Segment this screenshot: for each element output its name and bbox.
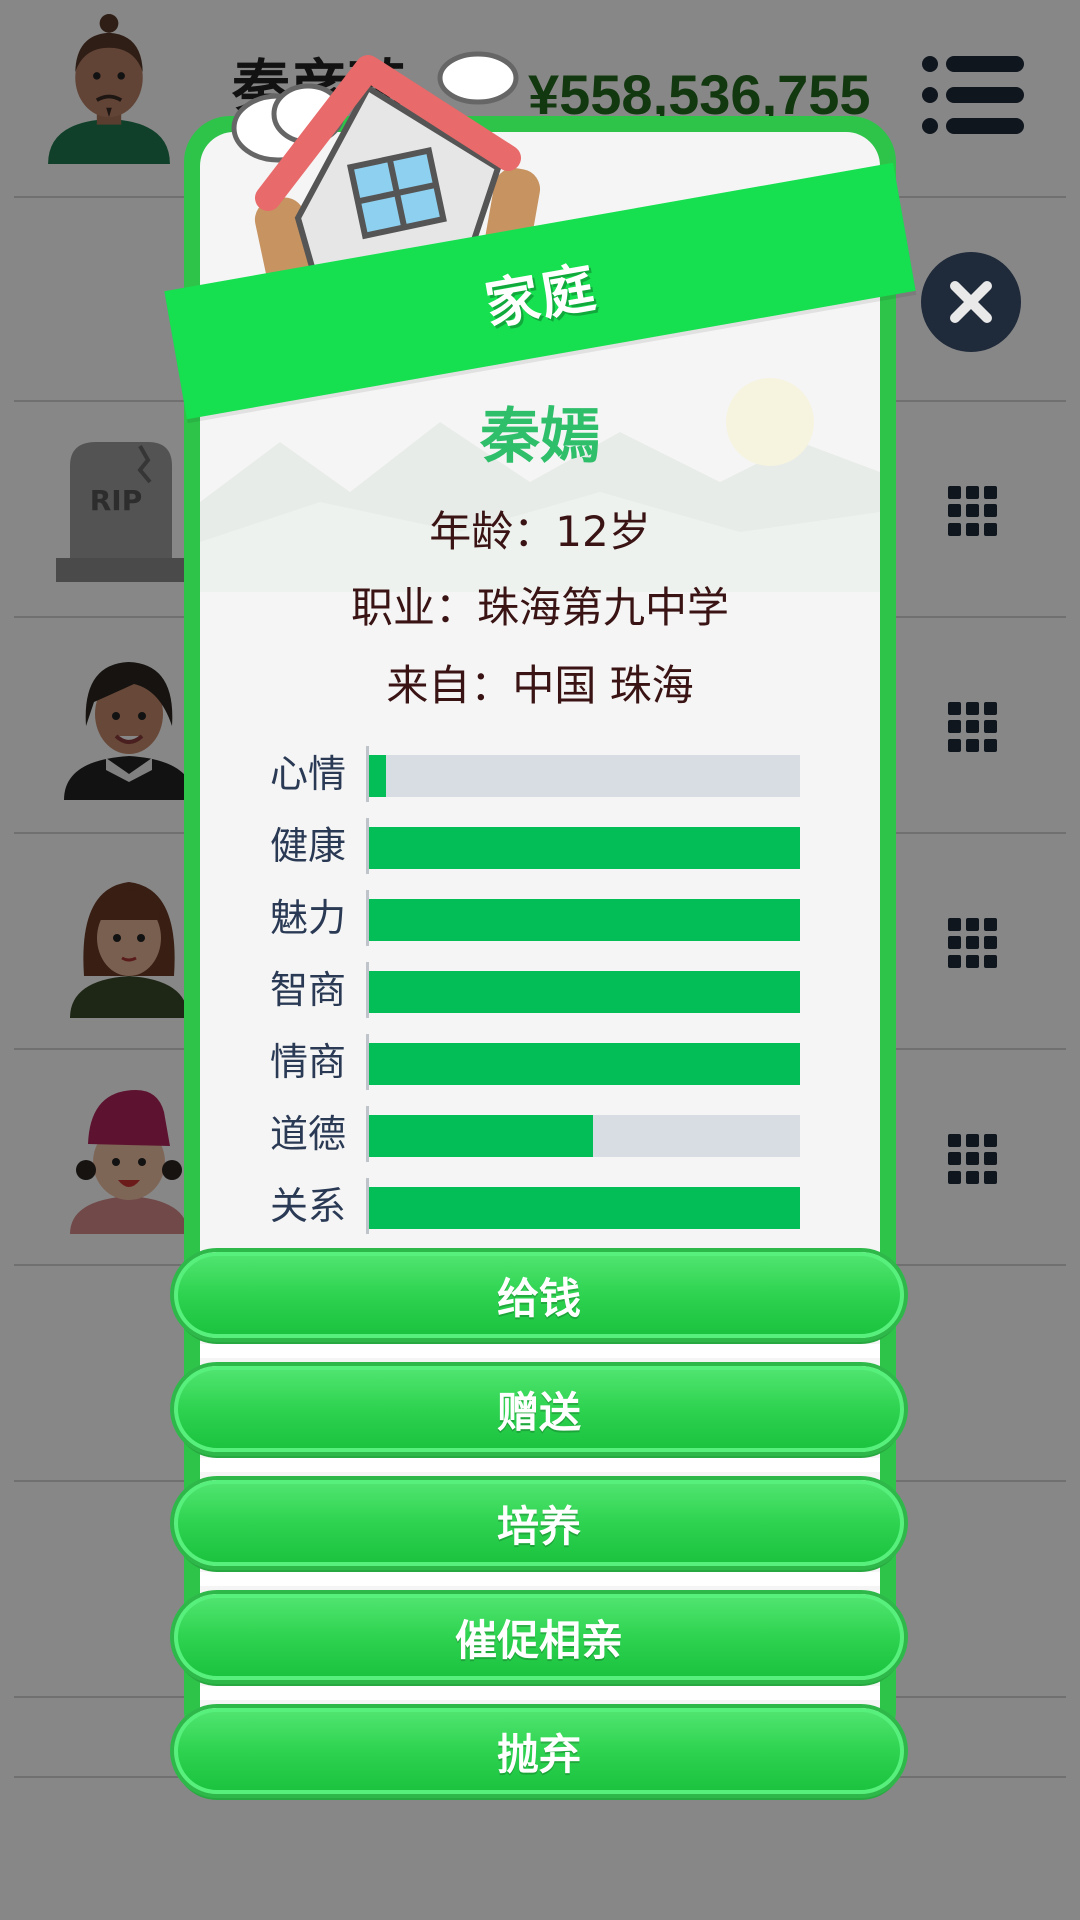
close-icon xyxy=(950,281,992,323)
gift-label: 赠送 xyxy=(496,1387,581,1437)
member-occupation: 职业：珠海第九中学 xyxy=(350,583,729,632)
give-money-label: 给钱 xyxy=(496,1273,581,1323)
stat-row-relationship: 关系 xyxy=(270,1178,800,1234)
urge-blind-date-label: 催促相亲 xyxy=(454,1615,623,1665)
stat-row-mood: 心情 xyxy=(270,746,800,802)
stat-bar-fill xyxy=(369,755,387,797)
stat-bar-track xyxy=(369,755,800,797)
stat-bar-track xyxy=(369,1187,800,1229)
stat-bar-track xyxy=(369,1115,800,1157)
stat-row-eq: 情商 xyxy=(270,1034,800,1090)
stat-label: 智商 xyxy=(270,968,347,1012)
stat-row-iq: 智商 xyxy=(270,962,800,1018)
dialog-title: 家庭 xyxy=(480,255,602,337)
close-button[interactable] xyxy=(921,252,1021,352)
button-gap xyxy=(200,1686,880,1700)
stat-row-health: 健康 xyxy=(270,818,800,874)
stat-bar-track xyxy=(369,899,800,941)
gift-button[interactable]: 赠送 xyxy=(174,1366,904,1452)
stat-bar-fill xyxy=(369,827,800,869)
member-origin: 来自：中国 珠海 xyxy=(386,661,694,710)
stat-bar-fill xyxy=(369,1115,594,1157)
stat-label: 关系 xyxy=(270,1184,347,1228)
abandon-label: 抛弃 xyxy=(496,1729,581,1779)
urge-blind-date-button[interactable]: 催促相亲 xyxy=(174,1594,904,1680)
button-gap xyxy=(200,1344,880,1358)
stat-bar-fill xyxy=(369,1043,800,1085)
stat-label: 健康 xyxy=(270,824,347,868)
stat-label: 情商 xyxy=(270,1040,347,1084)
stat-row-charm: 魅力 xyxy=(270,890,800,946)
stat-bar-fill xyxy=(369,1187,800,1229)
stat-bar-track xyxy=(369,1043,800,1085)
give-money-button[interactable]: 给钱 xyxy=(174,1252,904,1338)
nurture-label: 培养 xyxy=(496,1501,581,1551)
nurture-button[interactable]: 培养 xyxy=(174,1480,904,1566)
stat-bar-fill xyxy=(369,971,800,1013)
abandon-button[interactable]: 抛弃 xyxy=(174,1708,904,1794)
member-name: 秦嫣 xyxy=(480,402,600,472)
stat-label: 道德 xyxy=(270,1112,347,1156)
stat-label: 心情 xyxy=(270,752,347,796)
stat-bar-track xyxy=(369,971,800,1013)
button-gap xyxy=(200,1458,880,1472)
stat-bar-fill xyxy=(369,899,800,941)
member-age: 年龄：12岁 xyxy=(429,507,651,556)
stat-label: 魅力 xyxy=(270,896,347,940)
stat-row-morality: 道德 xyxy=(270,1106,800,1162)
stat-bar-track xyxy=(369,827,800,869)
button-gap xyxy=(200,1572,880,1586)
